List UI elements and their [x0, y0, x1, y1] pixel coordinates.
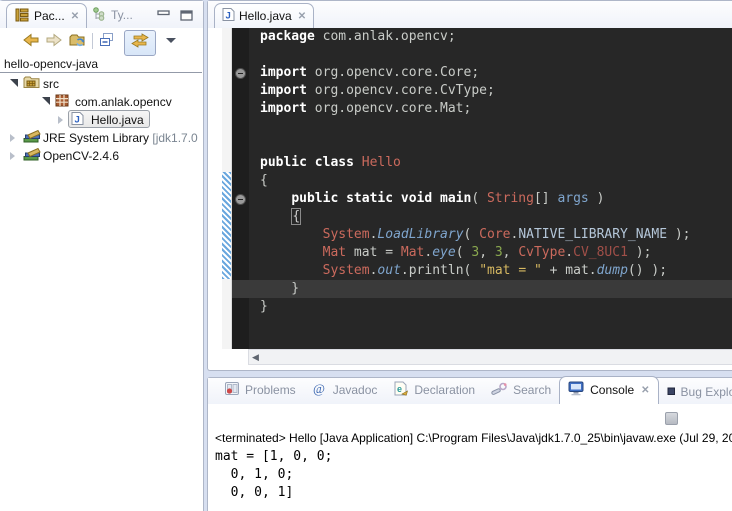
expand-arrow-icon[interactable] — [10, 134, 15, 142]
tree-item-label: JRE System Library [jdk1.7.0 — [43, 131, 198, 145]
range-indicator — [222, 172, 231, 279]
close-icon[interactable]: ✕ — [641, 385, 649, 396]
java-file-icon: J — [222, 7, 235, 25]
horizontal-scrollbar[interactable]: ◀ — [248, 349, 732, 365]
tree-item-label: src — [43, 77, 59, 91]
tree-item-label: Hello.java — [91, 113, 144, 127]
expand-arrow-icon[interactable] — [58, 116, 63, 124]
code-line: import org.opencv.core.CvType; — [260, 82, 732, 100]
package-folder-icon — [23, 75, 40, 92]
tab-bug-explorer[interactable]: Bug Explorer — [659, 381, 732, 404]
code-line: import org.opencv.core.Core; — [260, 64, 732, 82]
tab-console[interactable]: Console ✕ — [559, 376, 658, 404]
terminate-button[interactable] — [665, 412, 678, 425]
code-line: package com.anlak.opencv; — [260, 28, 732, 46]
eclipse-window: Pac... ✕ Ty... hello-opencv-java srccom.… — [0, 0, 732, 511]
tab-label: Problems — [245, 383, 296, 397]
declaration-icon: e — [393, 381, 409, 399]
search-icon — [491, 381, 508, 399]
tab-label: Javadoc — [333, 383, 378, 397]
left-ruler — [222, 28, 232, 349]
tab-hello-java[interactable]: J Hello.java ✕ — [214, 3, 314, 28]
tab-label: Declaration — [414, 383, 475, 397]
bug-square-icon — [667, 385, 676, 399]
editor-tabbar: J Hello.java ✕ — [208, 1, 732, 28]
tab-label: Hello.java — [239, 9, 292, 23]
code-line: public class Hello — [260, 154, 732, 172]
code-line: System.out.println( "mat = " + mat.dump(… — [260, 262, 732, 280]
tree-item-com-anlak-opencv[interactable]: com.anlak.opencv — [0, 93, 203, 111]
expand-arrow-icon[interactable] — [10, 152, 15, 160]
code-line: } — [260, 298, 732, 316]
package-icon — [55, 94, 69, 110]
tab-label: Search — [513, 383, 551, 397]
tab-problems[interactable]: Problems — [216, 377, 304, 404]
java-file-icon: J — [71, 111, 84, 129]
svg-text:J: J — [75, 114, 80, 125]
console-title: <terminated> Hello [Java Application] C:… — [215, 431, 732, 445]
console-icon — [568, 381, 585, 399]
library-icon — [23, 147, 41, 164]
svg-text:J: J — [226, 11, 231, 22]
tree-item-hello-java[interactable]: J Hello.java — [0, 111, 203, 129]
tree-item-qualifier: [jdk1.7.0 — [152, 131, 197, 145]
code-line — [260, 46, 732, 64]
package-explorer-panel: Pac... ✕ Ty... hello-opencv-java srccom.… — [0, 0, 204, 511]
code-line: } — [260, 280, 732, 298]
tab-declaration[interactable]: e Declaration — [385, 377, 483, 404]
tab-search[interactable]: Search — [483, 377, 559, 404]
code-line — [260, 136, 732, 154]
library-icon — [23, 129, 41, 146]
svg-text:e: e — [397, 384, 402, 394]
console-tabbar: Problems @ Javadoc e Declaration Search Consol… — [208, 378, 732, 404]
problems-icon — [224, 381, 240, 399]
collapse-arrow-icon[interactable] — [10, 79, 18, 87]
console-output-line: 0, 0, 1] — [215, 484, 332, 502]
tree-item-jre-system-library[interactable]: JRE System Library [jdk1.7.0 — [0, 129, 203, 147]
close-icon[interactable]: ✕ — [298, 11, 306, 22]
scroll-left-arrow-icon[interactable]: ◀ — [252, 352, 259, 363]
code-editor[interactable]: package com.anlak.opencv; import org.open… — [222, 28, 732, 349]
tree-item-opencv-2-4-6[interactable]: OpenCV-2.4.6 — [0, 147, 203, 165]
console-output-line: 0, 1, 0; — [215, 466, 332, 484]
code-line: System.LoadLibrary( Core.NATIVE_LIBRARY_… — [260, 226, 732, 244]
console-panel: Problems @ Javadoc e Declaration Search Consol… — [207, 377, 732, 511]
project-tree: src com.anlak.opencv J Hello.java JRE System… — [0, 1, 203, 511]
tab-label: Bug Explorer — [681, 385, 732, 399]
fold-marker-icon[interactable] — [235, 68, 246, 79]
console-output-line: mat = [1, 0, 0; — [215, 448, 332, 466]
tree-item-src[interactable]: src — [0, 75, 203, 93]
code-line: import org.opencv.core.Mat; — [260, 100, 732, 118]
tab-label: Console — [590, 383, 634, 397]
svg-text:@: @ — [313, 381, 325, 396]
collapse-arrow-icon[interactable] — [42, 97, 50, 105]
code-line: Mat mat = Mat.eye( 3, 3, CvType.CV_8UC1 … — [260, 244, 732, 262]
fold-gutter — [232, 28, 249, 349]
fold-marker-icon[interactable] — [235, 194, 246, 205]
code-line: public static void main( String[] args ) — [260, 190, 732, 208]
console-output: mat = [1, 0, 0; 0, 1, 0; 0, 0, 1] — [215, 448, 332, 502]
tree-item-label: com.anlak.opencv — [75, 95, 172, 109]
tab-javadoc[interactable]: @ Javadoc — [304, 377, 386, 404]
javadoc-icon: @ — [312, 381, 328, 399]
code-line: { — [260, 208, 732, 226]
code-lines: package com.anlak.opencv; import org.open… — [249, 28, 732, 316]
code-line — [260, 118, 732, 136]
tree-item-label: OpenCV-2.4.6 — [43, 149, 119, 163]
code-line: { — [260, 172, 732, 190]
editor-panel: J Hello.java ✕ package com.anlak.opencv;… — [207, 0, 732, 371]
